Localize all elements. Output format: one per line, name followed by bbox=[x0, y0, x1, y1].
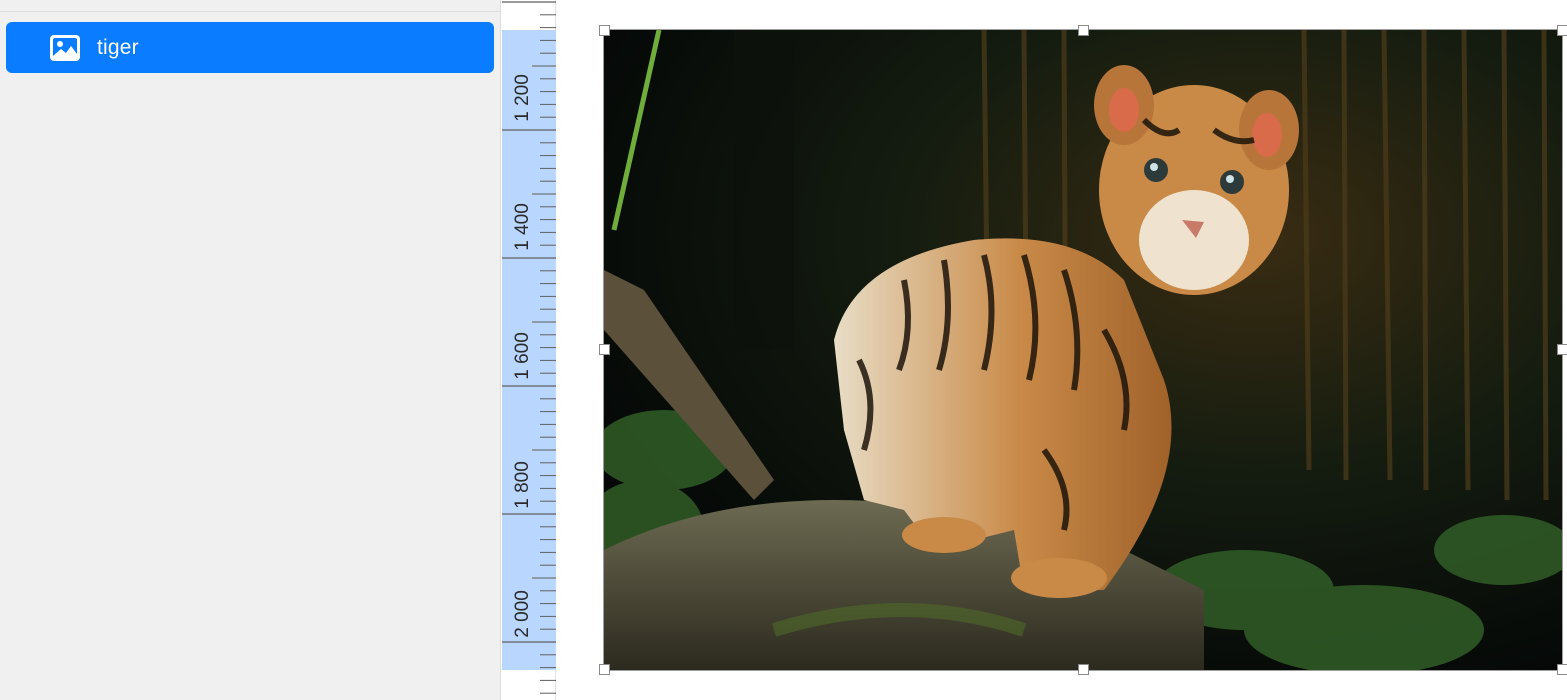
tiger-image[interactable] bbox=[603, 29, 1563, 671]
ruler-label: 2 000 bbox=[512, 590, 533, 638]
ruler-label: 1 200 bbox=[512, 74, 533, 122]
resize-handle-middle-right[interactable] bbox=[1557, 344, 1567, 355]
resize-handle-top-left[interactable] bbox=[599, 25, 610, 36]
ruler-label: 1 800 bbox=[512, 461, 533, 509]
image-icon bbox=[50, 34, 80, 61]
ruler-label: 1 400 bbox=[512, 203, 533, 251]
resize-handle-top-right[interactable] bbox=[1557, 25, 1567, 36]
panel-divider bbox=[0, 11, 501, 12]
resize-handle-top-middle[interactable] bbox=[1078, 25, 1089, 36]
layer-item-label: tiger bbox=[97, 35, 139, 59]
vertical-ruler[interactable]: 1 200 1 400 1 600 1 800 2 000 bbox=[502, 0, 556, 700]
canvas[interactable] bbox=[556, 0, 1567, 700]
resize-handle-bottom-right[interactable] bbox=[1557, 664, 1567, 675]
layer-item-tiger[interactable]: tiger bbox=[6, 22, 494, 73]
ruler-scale: 1 200 1 400 1 600 1 800 2 000 bbox=[502, 1, 556, 694]
ruler-label: 1 600 bbox=[512, 332, 533, 380]
resize-handle-middle-left[interactable] bbox=[599, 344, 610, 355]
layers-panel: tiger bbox=[0, 0, 501, 700]
resize-handle-bottom-left[interactable] bbox=[599, 664, 610, 675]
resize-handle-bottom-middle[interactable] bbox=[1078, 664, 1089, 675]
